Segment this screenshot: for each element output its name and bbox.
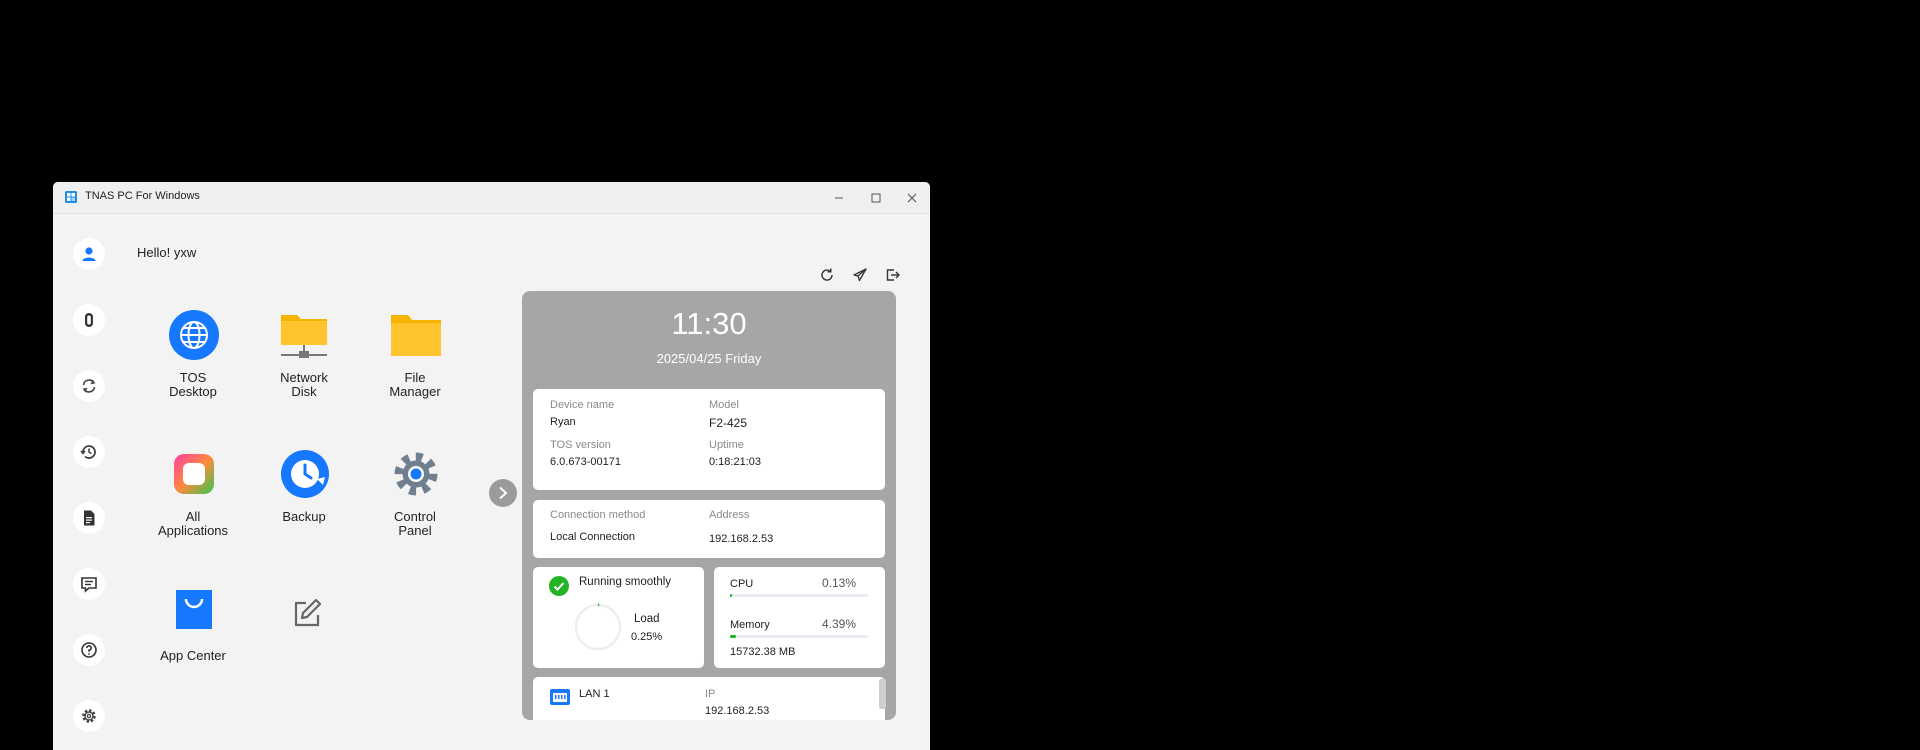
- close-icon: [907, 193, 917, 202]
- shopping-bag-icon: [176, 590, 212, 629]
- logout-icon: [886, 269, 900, 281]
- model-label: Model: [709, 399, 739, 411]
- cpu-percent: 0.13%: [822, 576, 857, 590]
- gear-icon: [394, 452, 438, 496]
- greeting-text: Hello! yxw: [137, 245, 197, 260]
- help-icon: [81, 642, 97, 658]
- edit-icon: [294, 598, 322, 627]
- app-tile-control-panel[interactable]: Control Panel: [360, 448, 470, 578]
- device-info-card: Device name Ryan Model F2-425 TOS versio…: [533, 389, 885, 490]
- close-button[interactable]: [894, 182, 930, 213]
- connection-method-label: Connection method: [550, 509, 646, 521]
- app-label: App Center: [160, 648, 226, 663]
- send-button[interactable]: [850, 265, 870, 285]
- chevron-right-icon: [499, 486, 508, 500]
- app-window: TNAS PC For Windows Hello! yxw TOS Deskt…: [53, 182, 930, 750]
- history-button[interactable]: [73, 436, 105, 468]
- document-icon: [84, 510, 95, 526]
- tos-version-value: 6.0.673-00171: [550, 456, 621, 468]
- load-label: Load: [634, 613, 660, 625]
- window-title: TNAS PC For Windows: [85, 190, 200, 202]
- memory-percent: 4.39%: [822, 617, 857, 631]
- device-name-label: Device name: [550, 399, 615, 411]
- lan-card: LAN 1 IP 192.168.2.53: [533, 677, 885, 720]
- folder-icon: [391, 315, 441, 356]
- app-tile-tos-desktop[interactable]: TOS Desktop: [138, 309, 248, 439]
- memory-usage-bar: [730, 635, 868, 638]
- connection-method-value: Local Connection: [550, 531, 636, 543]
- user-icon: [82, 247, 96, 261]
- app-label: TOS Desktop: [169, 370, 217, 399]
- uptime-value: 0:18:21:03: [709, 456, 761, 468]
- memory-label: Memory: [730, 619, 770, 631]
- app-label: File Manager: [389, 370, 441, 399]
- tnas-logo-icon: [65, 191, 77, 203]
- title-bar: TNAS PC For Windows: [53, 182, 930, 214]
- globe-icon: [169, 310, 219, 360]
- app-label: Network Disk: [280, 370, 328, 399]
- cpu-usage-bar: [730, 594, 868, 597]
- tos-version-label: TOS version: [550, 439, 611, 451]
- settings-icon: [82, 709, 96, 723]
- cpu-usage-fill: [730, 594, 733, 597]
- uptime-label: Uptime: [709, 439, 744, 451]
- app-tile-network-disk[interactable]: Network Disk: [249, 309, 359, 439]
- logout-button[interactable]: [883, 265, 903, 285]
- app-tile-backup[interactable]: Backup: [249, 448, 359, 578]
- capsule-button[interactable]: [73, 304, 105, 336]
- app-tile-all-applications[interactable]: All Applications: [138, 448, 248, 578]
- next-page-button[interactable]: [489, 479, 517, 507]
- all-apps-icon: [174, 454, 214, 494]
- load-value: 0.25%: [631, 631, 663, 643]
- panel-scrollbar[interactable]: [879, 679, 886, 709]
- backup-clock-icon: [281, 450, 329, 498]
- refresh-button[interactable]: [817, 265, 837, 285]
- message-icon: [81, 577, 97, 593]
- app-tile-app-center[interactable]: App Center: [138, 587, 248, 717]
- address-label: Address: [709, 509, 750, 521]
- load-gauge: [574, 603, 622, 651]
- sync-button[interactable]: [73, 370, 105, 402]
- edit-shortcuts-button[interactable]: [249, 587, 359, 717]
- network-folder-icon: [281, 315, 327, 358]
- clock-date: 2025/04/25 Friday: [656, 351, 762, 366]
- app-label: Backup: [282, 509, 326, 524]
- health-status-text: Running smoothly: [579, 576, 672, 588]
- minimize-icon: [835, 197, 843, 198]
- app-label: All Applications: [157, 509, 229, 538]
- memory-usage-fill: [730, 635, 737, 638]
- app-tile-file-manager[interactable]: File Manager: [360, 309, 470, 439]
- clock-time: 11:30: [671, 306, 747, 341]
- app-label: Control Panel: [394, 509, 436, 538]
- memory-total: 15732.38 MB: [730, 646, 796, 658]
- settings-button[interactable]: [73, 700, 105, 732]
- minimize-button[interactable]: [821, 182, 857, 213]
- ip-label: IP: [705, 688, 716, 700]
- message-button[interactable]: [73, 568, 105, 600]
- health-card: Running smoothly Load 0.25%: [533, 567, 704, 668]
- maximize-button[interactable]: [858, 182, 894, 213]
- history-icon: [80, 445, 96, 459]
- lan-name: LAN 1: [579, 688, 610, 700]
- help-button[interactable]: [73, 634, 105, 666]
- document-button[interactable]: [73, 502, 105, 534]
- cpu-label: CPU: [730, 578, 754, 590]
- refresh-icon: [821, 268, 833, 281]
- maximize-icon: [871, 193, 881, 202]
- capsule-icon: [85, 313, 93, 327]
- send-icon: [853, 268, 867, 282]
- device-name-value: Ryan: [550, 416, 576, 428]
- sync-icon: [82, 379, 96, 393]
- ethernet-port-icon: [550, 689, 570, 705]
- address-value: 192.168.2.53: [709, 533, 774, 545]
- device-status-panel: 11:30 2025/04/25 Friday Device name Ryan…: [522, 291, 896, 720]
- resources-card: CPU 0.13% Memory 4.39% 15732.38 MB: [714, 567, 885, 668]
- user-avatar-button[interactable]: [73, 238, 105, 270]
- model-value: F2-425: [709, 416, 748, 430]
- check-circle-icon: [549, 576, 569, 596]
- ip-value: 192.168.2.53: [705, 705, 770, 717]
- connection-card: Connection method Local Connection Addre…: [533, 500, 885, 558]
